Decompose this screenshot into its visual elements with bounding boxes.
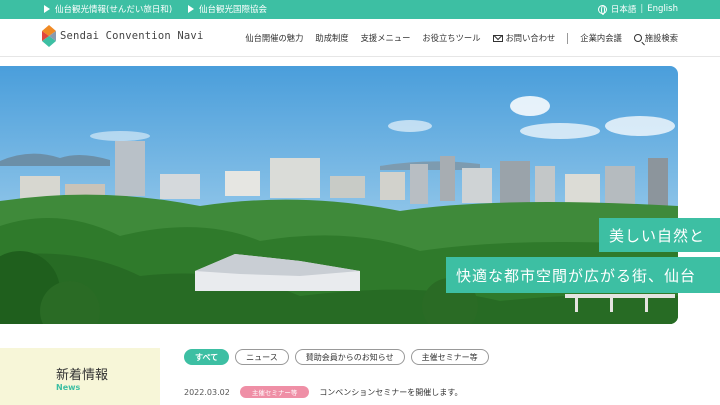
main-nav: 仙台開催の魅力 助成制度 支援メニュー お役立ちツール お問い合わせ 企業内会議… (233, 32, 678, 44)
nav-corporate-meetings[interactable]: 企業内会議 (580, 32, 622, 44)
play-arrow-icon (188, 5, 194, 13)
top-utility-bar: 仙台観光情報(せんだい旅日和) 仙台観光国際協会 日本語 | English (0, 0, 720, 19)
nav-contact[interactable]: お問い合わせ (492, 32, 556, 44)
tourism-info-link[interactable]: 仙台観光情報(せんだい旅日和) (44, 3, 172, 15)
nav-useful-tools[interactable]: お役立ちツール (422, 32, 480, 44)
search-icon (633, 34, 642, 42)
filter-member-notices[interactable]: 賛助会員からのお知らせ (294, 349, 405, 365)
news-subtitle: News (56, 383, 81, 392)
nav-label: お問い合わせ (505, 33, 556, 43)
hero-caption-line2: 快適な都市空間が広がる街、仙台 (446, 257, 720, 293)
nav-label: 企業内会議 (580, 33, 622, 43)
lang-japanese[interactable]: 日本語 (611, 3, 637, 15)
news-headline[interactable]: コンベンションセミナーを開催します。 (319, 387, 462, 398)
logo-mark-icon (42, 25, 56, 47)
tourism-info-label: 仙台観光情報(せんだい旅日和) (55, 5, 173, 15)
nav-label: 仙台開催の魅力 (245, 33, 304, 43)
filter-seminars[interactable]: 主催セミナー等 (410, 349, 489, 365)
tourism-association-label: 仙台観光国際協会 (199, 5, 268, 15)
tourism-association-link[interactable]: 仙台観光国際協会 (188, 3, 267, 15)
filter-all[interactable]: すべて (184, 349, 230, 365)
lang-separator: | (640, 4, 644, 14)
nav-appeal[interactable]: 仙台開催の魅力 (245, 32, 303, 44)
filter-news[interactable]: ニュース (235, 349, 289, 365)
play-arrow-icon (44, 5, 50, 13)
hero-caption-text: 快適な都市空間が広がる街、仙台 (456, 266, 697, 285)
news-category-badge: 主催セミナー等 (239, 386, 310, 398)
site-header: Sendai Convention Navi 仙台開催の魅力 助成制度 支援メニ… (0, 19, 720, 57)
hero-caption-text: 美しい自然と (609, 226, 706, 245)
logo-text: Sendai Convention Navi (60, 30, 204, 42)
lang-english[interactable]: English (647, 4, 678, 14)
nav-support-menu[interactable]: 支援メニュー (361, 32, 411, 44)
nav-facility-search[interactable]: 施設検索 (633, 32, 678, 44)
nav-label: お役立ちツール (422, 33, 481, 43)
news-title: 新着情報 (56, 368, 109, 383)
news-date: 2022.03.02 (184, 387, 230, 397)
nav-label: 施設検索 (644, 33, 678, 43)
site-logo[interactable]: Sendai Convention Navi (42, 25, 203, 47)
nav-subsidy[interactable]: 助成制度 (315, 32, 348, 44)
nav-label: 支援メニュー (360, 33, 411, 43)
news-filter-tabs: すべて ニュース 賛助会員からのお知らせ 主催セミナー等 (184, 349, 489, 365)
nav-divider (567, 32, 569, 44)
hero-caption-line1: 美しい自然と (599, 218, 720, 252)
language-switcher: 日本語 | English (597, 3, 678, 15)
news-list-item[interactable]: 2022.03.02 主催セミナー等 コンベンションセミナーを開催します。 (184, 386, 463, 398)
nav-label: 助成制度 (315, 33, 349, 43)
mail-icon (492, 34, 503, 42)
globe-icon (597, 4, 607, 15)
